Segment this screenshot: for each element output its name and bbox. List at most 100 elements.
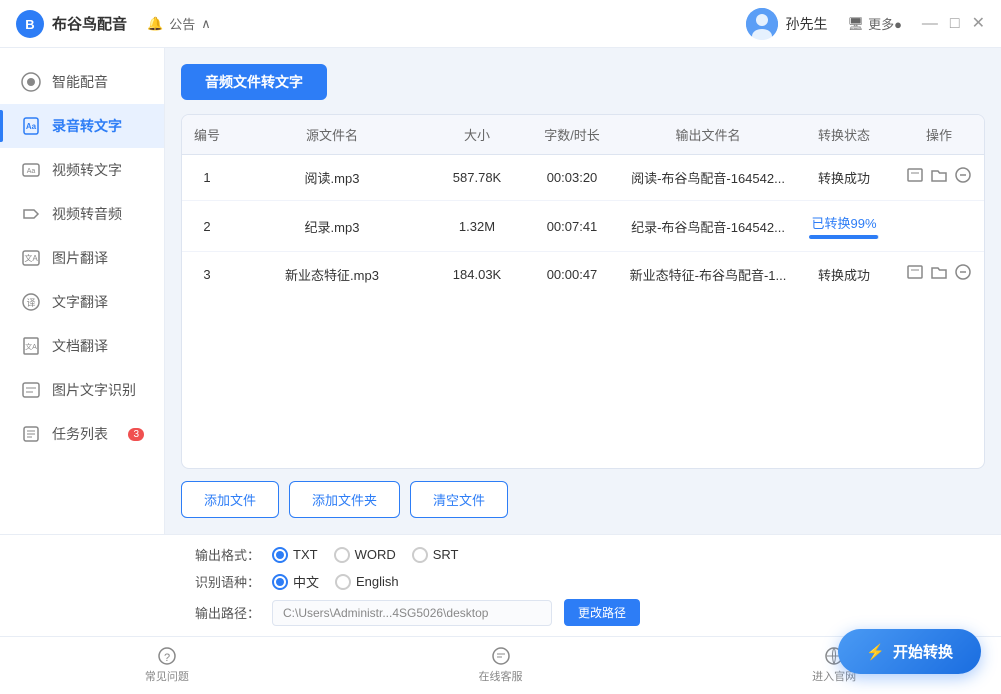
- output-path-row: 输出路径： 更改路径: [180, 599, 981, 626]
- tab-audio-file[interactable]: 音频文件转文字: [181, 64, 327, 100]
- row-id: 1: [182, 170, 232, 185]
- more-icon: 🖥: [848, 16, 865, 32]
- bottom-settings: 输出格式： TXT WORD SRT 识别语种：: [0, 534, 1001, 636]
- delete-icon[interactable]: [955, 264, 971, 285]
- minimize-button[interactable]: —: [922, 16, 938, 32]
- output-format-label: 输出格式：: [180, 545, 260, 564]
- table-body: 1 阅读.mp3 587.78K 00:03:20 阅读-布谷鸟配音-16454…: [182, 155, 984, 468]
- row-status: 已转换99%: [794, 213, 894, 239]
- start-icon: ⚡: [866, 643, 885, 661]
- row-actions: [894, 167, 984, 188]
- sidebar-label-doc-translate: 文档翻译: [52, 336, 108, 356]
- row-output: 阅读-布谷鸟配音-164542...: [622, 168, 794, 187]
- sidebar-item-smart-dubbing[interactable]: 智能配音: [0, 60, 164, 104]
- start-label: 开始转换: [893, 641, 953, 662]
- table-row: 2 纪录.mp3 1.32M 00:07:41 纪录-布谷鸟配音-164542.…: [182, 201, 984, 252]
- start-convert-button[interactable]: ⚡ 开始转换: [838, 629, 981, 674]
- format-word[interactable]: WORD: [334, 547, 396, 563]
- maximize-button[interactable]: □: [950, 16, 960, 32]
- row-duration: 00:03:20: [522, 170, 622, 185]
- image-ocr-icon: [20, 379, 42, 401]
- open-folder-icon[interactable]: [931, 264, 947, 285]
- th-id: 编号: [182, 125, 232, 144]
- row-actions: [894, 264, 984, 285]
- nav-online-service[interactable]: 在线客服: [334, 643, 668, 688]
- svg-text:文A: 文A: [24, 253, 38, 263]
- word-radio[interactable]: [334, 547, 350, 563]
- txt-radio[interactable]: [272, 547, 288, 563]
- row-duration: 00:00:47: [522, 267, 622, 282]
- sidebar-item-text-translate[interactable]: 译 文字翻译: [0, 280, 164, 324]
- username: 孙先生: [786, 14, 828, 34]
- delete-icon[interactable]: [955, 167, 971, 188]
- open-file-icon[interactable]: [907, 264, 923, 285]
- notice-btn[interactable]: 🔔 公告 ∧: [147, 14, 211, 33]
- faq-icon: ?: [158, 647, 176, 665]
- path-input[interactable]: [272, 600, 552, 626]
- chinese-radio[interactable]: [272, 574, 288, 590]
- chinese-label: 中文: [293, 572, 319, 591]
- th-status: 转换状态: [794, 125, 894, 144]
- task-list-badge: 3: [128, 428, 144, 441]
- lang-chinese[interactable]: 中文: [272, 572, 319, 591]
- sidebar-item-audio-to-text[interactable]: Aa 录音转文字: [0, 104, 164, 148]
- row-output: 新业态特征-布谷鸟配音-1...: [622, 265, 794, 284]
- close-button[interactable]: ✕: [972, 16, 985, 32]
- sidebar-label-video-to-audio: 视频转音频: [52, 204, 122, 224]
- progress-text: 已转换99%: [811, 213, 876, 232]
- sidebar-item-task-list[interactable]: 任务列表 3: [0, 412, 164, 456]
- sidebar-item-image-ocr[interactable]: 图片文字识别: [0, 368, 164, 412]
- lang-english[interactable]: English: [335, 574, 399, 590]
- svg-text:B: B: [25, 17, 34, 32]
- sidebar-item-image-translate[interactable]: 文A 图片翻译: [0, 236, 164, 280]
- bottom-buttons: 添加文件 添加文件夹 清空文件: [181, 481, 985, 518]
- image-translate-icon: 文A: [20, 247, 42, 269]
- clear-files-button[interactable]: 清空文件: [410, 481, 508, 518]
- language-row: 识别语种： 中文 English: [180, 572, 981, 591]
- more-label: 更多●: [868, 14, 902, 33]
- more-button[interactable]: 🖥 更多●: [848, 14, 902, 33]
- sidebar-label-video-to-text: 视频转文字: [52, 160, 122, 180]
- service-icon: [492, 647, 510, 665]
- open-file-icon[interactable]: [907, 167, 923, 188]
- srt-label: SRT: [433, 547, 459, 562]
- notice-icon: 🔔: [147, 16, 163, 32]
- row-status: 转换成功: [794, 168, 894, 187]
- open-folder-icon[interactable]: [931, 167, 947, 188]
- row-output: 纪录-布谷鸟配音-164542...: [622, 217, 794, 236]
- change-path-button[interactable]: 更改路径: [564, 599, 640, 626]
- nav-service-label: 在线客服: [479, 668, 523, 684]
- sidebar-item-doc-translate[interactable]: 文A 文档翻译: [0, 324, 164, 368]
- svg-text:译: 译: [26, 298, 35, 308]
- english-radio[interactable]: [335, 574, 351, 590]
- language-radio-group: 中文 English: [272, 572, 399, 591]
- user-avatar: [746, 8, 778, 40]
- th-output: 输出文件名: [622, 125, 794, 144]
- user-area: 孙先生: [746, 8, 828, 40]
- add-folder-button[interactable]: 添加文件夹: [289, 481, 400, 518]
- format-srt[interactable]: SRT: [412, 547, 459, 563]
- tab-bar: 音频文件转文字: [181, 64, 985, 100]
- notice-chevron: ∧: [201, 16, 211, 32]
- add-file-button[interactable]: 添加文件: [181, 481, 279, 518]
- smart-dubbing-icon: [20, 71, 42, 93]
- sidebar-item-video-to-text[interactable]: Aa 视频转文字: [0, 148, 164, 192]
- doc-translate-icon: 文A: [20, 335, 42, 357]
- srt-radio[interactable]: [412, 547, 428, 563]
- format-radio-group: TXT WORD SRT: [272, 547, 459, 563]
- row-id: 2: [182, 219, 232, 234]
- text-translate-icon: 译: [20, 291, 42, 313]
- row-source: 新业态特征.mp3: [232, 265, 432, 284]
- sidebar-item-video-to-audio[interactable]: 视频转音频: [0, 192, 164, 236]
- row-status: 转换成功: [794, 265, 894, 284]
- sidebar: 智能配音 Aa 录音转文字 Aa 视频转文字 视频转音频 文A 图片翻译: [0, 48, 165, 534]
- nav-faq[interactable]: ? 常见问题: [0, 643, 334, 688]
- format-txt[interactable]: TXT: [272, 547, 318, 563]
- th-source: 源文件名: [232, 125, 432, 144]
- sidebar-label-text-translate: 文字翻译: [52, 292, 108, 312]
- table-row: 1 阅读.mp3 587.78K 00:03:20 阅读-布谷鸟配音-16454…: [182, 155, 984, 201]
- progress-bar: [809, 235, 879, 239]
- progress-bar-fill: [809, 235, 878, 239]
- file-table: 编号 源文件名 大小 字数/时长 输出文件名 转换状态 操作 1 阅读.mp3 …: [181, 114, 985, 469]
- language-label: 识别语种：: [180, 572, 260, 591]
